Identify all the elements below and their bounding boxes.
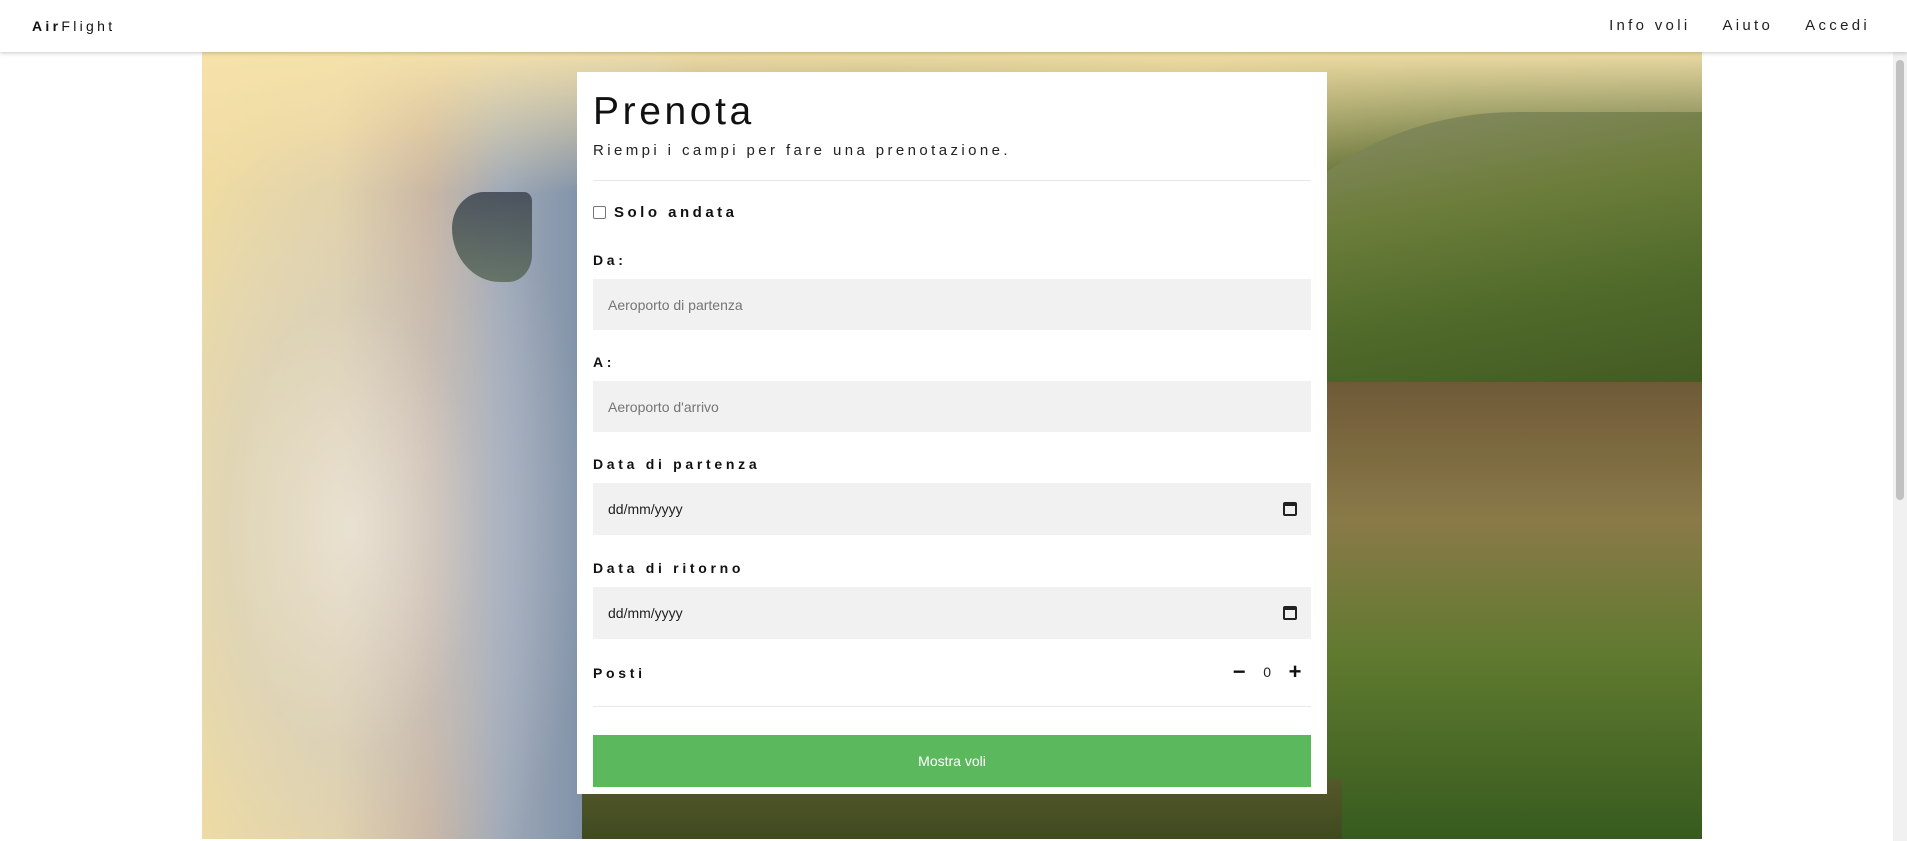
departure-date-value: dd/mm/yyyy [608,501,683,517]
plus-icon[interactable]: + [1287,661,1303,683]
top-nav: Info voli Aiuto Accedi [1609,17,1870,34]
brand-bold: Air [32,18,62,34]
return-date-input[interactable]: dd/mm/yyyy [593,587,1311,639]
one-way-row: Solo andata [593,204,738,221]
seats-label: Posti [593,665,646,681]
departure-label: Data di partenza [593,456,761,472]
booking-title: Prenota [593,90,755,133]
scrollbar-thumb[interactable] [1896,60,1904,500]
return-date-value: dd/mm/yyyy [608,605,683,621]
from-label: Da: [593,252,627,268]
booking-subtitle: Riempi i campi per fare una prenotazione… [593,142,1011,159]
return-label: Data di ritorno [593,560,745,576]
from-input[interactable]: Aeroporto di partenza [593,279,1311,330]
divider-top [593,180,1311,181]
brand-logo[interactable]: AirFlight [32,18,115,34]
to-label: A: [593,354,616,370]
divider-bottom [593,706,1311,707]
to-input[interactable]: Aeroporto d'arrivo [593,381,1311,432]
top-navbar: AirFlight Info voli Aiuto Accedi [0,0,1907,52]
to-placeholder: Aeroporto d'arrivo [608,398,719,415]
seats-stepper: − 0 + [1231,661,1303,683]
brand-rest: Flight [61,18,116,34]
page-scrollbar[interactable] [1893,0,1907,841]
one-way-label[interactable]: Solo andata [614,204,738,221]
nav-aiuto[interactable]: Aiuto [1722,17,1773,34]
minus-icon[interactable]: − [1231,661,1247,683]
seats-value: 0 [1263,664,1271,680]
nav-info-voli[interactable]: Info voli [1609,17,1690,34]
nav-accedi[interactable]: Accedi [1805,17,1870,34]
departure-date-input[interactable]: dd/mm/yyyy [593,483,1311,535]
booking-card: Prenota Riempi i campi per fare una pren… [577,72,1327,794]
show-flights-button[interactable]: Mostra voli [593,735,1311,787]
calendar-icon[interactable] [1283,502,1297,516]
one-way-checkbox[interactable] [593,206,606,219]
calendar-icon[interactable] [1283,606,1297,620]
from-placeholder: Aeroporto di partenza [608,296,743,313]
seats-row: Posti − 0 + [593,661,1311,686]
